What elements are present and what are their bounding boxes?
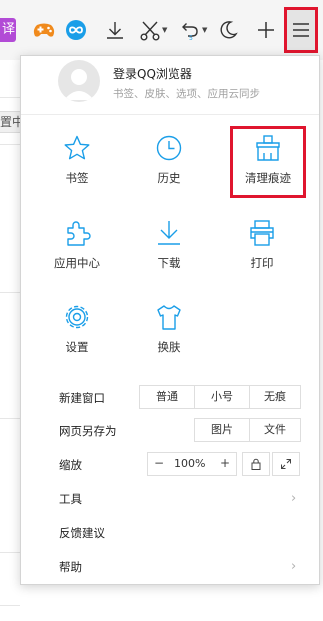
broom-icon (256, 135, 280, 161)
chevron-down-icon[interactable]: ▼ (202, 26, 207, 34)
divider (0, 552, 20, 553)
save-as-row: 网页另存为 图片 文件 (21, 418, 319, 444)
app-center-label: 应用中心 (54, 256, 100, 270)
night-mode-button[interactable] (214, 16, 242, 44)
chevron-right-icon: › (291, 491, 297, 506)
bookmarks-button[interactable]: 书签 (42, 134, 112, 196)
app-center-button[interactable]: 应用中心 (42, 219, 112, 281)
chevron-down-icon[interactable]: ▼ (162, 26, 167, 34)
zoom-in-button[interactable]: + (220, 456, 230, 470)
star-icon (64, 135, 90, 160)
skin-label: 换肤 (157, 340, 181, 354)
history-label: 历史 (157, 171, 181, 185)
new-window-small-button[interactable]: 小号 (194, 385, 250, 409)
clear-traces-label: 清理痕迹 (245, 171, 291, 185)
new-window-incognito-label: 无痕 (264, 390, 286, 403)
save-as-image-button[interactable]: 图片 (194, 418, 250, 442)
new-window-small-label: 小号 (211, 390, 233, 403)
svg-text:5: 5 (189, 35, 193, 41)
downloads-label: 下载 (157, 256, 181, 270)
divider (0, 605, 20, 606)
download-button[interactable] (101, 16, 129, 44)
history-button[interactable]: 历史 (134, 134, 204, 196)
gear-icon (65, 305, 89, 329)
help-label: 帮助 (59, 560, 82, 574)
undo-icon: 5 (182, 23, 198, 41)
save-as-file-label: 文件 (264, 423, 286, 436)
zoom-control: − 100% + (147, 452, 237, 476)
divider (21, 114, 319, 115)
translate-button[interactable]: 译 (0, 18, 16, 42)
login-title[interactable]: 登录QQ浏览器 (113, 65, 192, 82)
tools-label: 工具 (59, 492, 82, 506)
new-tab-button[interactable] (252, 16, 280, 44)
loop-icon (66, 20, 86, 40)
fullscreen-icon (281, 459, 291, 469)
user-icon (64, 69, 94, 100)
shirt-icon (157, 305, 181, 330)
login-subtitle: 书签、皮肤、选项、应用云同步 (113, 88, 260, 100)
moon-icon (220, 21, 238, 39)
settings-button[interactable]: 设置 (42, 303, 112, 365)
download-icon (158, 221, 180, 245)
undo-button[interactable]: 5 (176, 16, 204, 44)
clock-icon (156, 135, 182, 161)
browser-toolbar: 译 ▼ 5 ▼ (0, 0, 323, 60)
print-button[interactable]: 打印 (227, 219, 297, 281)
feedback-label: 反馈建议 (59, 526, 105, 540)
lock-icon (251, 458, 261, 470)
settings-label: 设置 (65, 340, 89, 354)
new-window-label: 新建窗口 (59, 391, 105, 405)
zoom-label: 缩放 (59, 458, 82, 472)
scissors-icon (140, 21, 160, 41)
bookmarks-label: 书签 (65, 171, 89, 185)
new-window-row: 新建窗口 普通 小号 无痕 (21, 385, 319, 411)
page-setting-tab[interactable]: 置中 (0, 111, 20, 133)
menu-icon (293, 23, 309, 37)
print-label: 打印 (250, 256, 274, 270)
feedback-menu-item[interactable]: 反馈建议 (21, 520, 319, 546)
clear-traces-button[interactable]: 清理痕迹 (233, 134, 303, 196)
new-window-normal-button[interactable]: 普通 (139, 385, 195, 409)
help-menu-item[interactable]: 帮助 › (21, 554, 319, 580)
page-setting-label: 置中 (0, 115, 20, 129)
divider (0, 292, 20, 293)
zoom-out-button[interactable]: − (154, 456, 164, 470)
new-window-incognito-button[interactable]: 无痕 (249, 385, 301, 409)
save-as-file-button[interactable]: 文件 (249, 418, 301, 442)
divider (0, 144, 20, 145)
download-icon (107, 22, 123, 39)
zoom-value: 100% (174, 457, 206, 470)
main-menu-panel: 登录QQ浏览器 书签、皮肤、选项、应用云同步 书签 历史 清理痕迹 应用中心 下… (20, 55, 320, 585)
chevron-right-icon: › (291, 559, 297, 574)
account-login[interactable]: 登录QQ浏览器 书签、皮肤、选项、应用云同步 (21, 56, 319, 114)
downloads-button[interactable]: 下载 (134, 219, 204, 281)
zoom-lock-button[interactable] (242, 452, 270, 476)
game-button[interactable] (30, 16, 58, 44)
zoom-row: 缩放 − 100% + (21, 452, 319, 478)
screenshot-button[interactable] (136, 16, 164, 44)
plus-icon (258, 22, 274, 38)
fullscreen-button[interactable] (272, 452, 300, 476)
game-icon (33, 23, 55, 37)
new-window-normal-label: 普通 (156, 390, 178, 403)
divider (0, 418, 20, 419)
translate-label: 译 (1, 22, 15, 37)
save-as-image-label: 图片 (211, 423, 233, 436)
printer-icon (250, 220, 274, 246)
skin-button[interactable]: 换肤 (134, 303, 204, 365)
tools-menu-item[interactable]: 工具 › (21, 486, 319, 512)
avatar[interactable] (58, 60, 100, 102)
divider (0, 97, 20, 98)
save-as-label: 网页另存为 (59, 424, 117, 438)
main-menu-button[interactable] (284, 7, 318, 53)
puzzle-icon (67, 221, 91, 246)
loop-button[interactable] (62, 16, 90, 44)
